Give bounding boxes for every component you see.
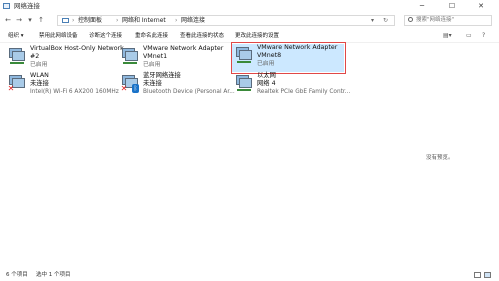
adapter-name: WLAN	[30, 72, 49, 79]
window-title: 网络连接	[14, 2, 40, 10]
organize-menu[interactable]: 组织 ▾	[8, 31, 24, 41]
adapter-name: VirtualBox Host-Only Network	[30, 45, 124, 52]
adapter-wlan[interactable]: ✕ WLAN 未连接 Intel(R) Wi-Fi 6 AX200 160MHz	[5, 72, 119, 100]
recent-dropdown-icon[interactable]: ▾	[25, 14, 35, 26]
breadcrumb-separator-icon: ›	[72, 17, 75, 24]
breadcrumb-separator-icon: ›	[175, 17, 178, 24]
change-settings-button[interactable]: 更改此连接的设置	[235, 31, 279, 41]
breadcrumb-separator-icon: ›	[116, 17, 119, 24]
adapter-vmnet1[interactable]: VMware Network Adapter VMnet1 已启用	[118, 45, 228, 73]
search-box[interactable]	[404, 15, 492, 26]
details-view-icon[interactable]	[474, 272, 481, 278]
adapter-network: VMnet1	[143, 53, 168, 60]
bluetooth-icon: ᛒ	[132, 84, 139, 93]
breadcrumb-network-internet[interactable]: 网络和 Internet	[122, 16, 166, 26]
selected-count: 选中 1 个项目	[36, 272, 71, 278]
highlight-box	[231, 42, 346, 74]
wifi-adapter-icon: ✕	[7, 75, 27, 93]
back-arrow-icon[interactable]: ←	[3, 14, 13, 26]
control-panel-icon	[62, 18, 69, 23]
network-folder-icon	[3, 3, 10, 9]
adapter-status: Realtek PCIe GbE Family Contr...	[257, 89, 351, 95]
address-bar[interactable]: › 控制面板 › 网络和 Internet › 网络连接 ▾ ↻	[57, 15, 395, 26]
adapter-network: #2	[30, 53, 40, 60]
network-adapter-icon	[7, 48, 27, 64]
adapter-name: VMware Network Adapter	[143, 45, 224, 52]
bluetooth-adapter-icon: ✕ ᛒ	[120, 75, 140, 93]
adapter-name: 以太网	[257, 72, 276, 79]
preview-pane-icon[interactable]: ▭	[466, 31, 472, 41]
breadcrumb-network-connections[interactable]: 网络连接	[181, 16, 205, 26]
adapter-network: 网络 4	[257, 80, 276, 87]
search-icon	[408, 17, 413, 22]
network-adapter-icon	[120, 48, 140, 64]
title-bar: 网络连接 ─ ☐ ✕	[0, 0, 499, 13]
adapter-ethernet[interactable]: 以太网 网络 4 Realtek PCIe GbE Family Contr..…	[232, 72, 350, 100]
large-icons-view-icon[interactable]	[484, 272, 491, 278]
adapter-name: 蓝牙网络连接	[143, 72, 181, 79]
maximize-button[interactable]: ☐	[441, 0, 463, 13]
adapter-status: Bluetooth Device (Personal Ar...	[143, 89, 235, 95]
forward-arrow-icon[interactable]: →	[14, 14, 24, 26]
preview-pane-text: 没有预览。	[426, 155, 454, 161]
search-input[interactable]	[416, 16, 490, 25]
rename-button[interactable]: 重命名此连接	[135, 31, 168, 41]
up-arrow-icon[interactable]: ↑	[36, 14, 46, 26]
adapter-status: 已启用	[30, 62, 48, 68]
adapter-network: 未连接	[143, 80, 162, 87]
diagnose-button[interactable]: 诊断这个连接	[89, 31, 122, 41]
adapter-bluetooth[interactable]: ✕ ᛒ 蓝牙网络连接 未连接 Bluetooth Device (Persona…	[118, 72, 235, 100]
minimize-button[interactable]: ─	[411, 0, 433, 13]
adapter-status: 已启用	[143, 62, 161, 68]
help-icon[interactable]: ?	[482, 31, 485, 41]
adapter-network: 未连接	[30, 80, 49, 87]
item-count: 6 个项目	[6, 272, 28, 278]
view-options-icon[interactable]: ▤▾	[443, 31, 452, 41]
adapter-virtualbox-host-only[interactable]: VirtualBox Host-Only Network #2 已启用	[5, 45, 124, 73]
address-dropdown-icon[interactable]: ▾	[371, 16, 374, 26]
status-bar: 6 个项目 选中 1 个项目	[0, 270, 499, 281]
address-row: ← → ▾ ↑ › 控制面板 › 网络和 Internet › 网络连接 ▾ ↻	[0, 13, 499, 28]
disconnected-x-icon: ✕	[7, 84, 15, 93]
view-status-button[interactable]: 查看此连接的状态	[180, 31, 224, 41]
disconnected-x-icon: ✕	[120, 84, 128, 93]
ethernet-adapter-icon	[234, 75, 254, 91]
close-button[interactable]: ✕	[470, 0, 492, 13]
refresh-icon[interactable]: ↻	[383, 16, 388, 26]
adapter-status: Intel(R) Wi-Fi 6 AX200 160MHz	[30, 89, 119, 95]
breadcrumb-control-panel[interactable]: 控制面板	[78, 16, 102, 26]
disable-device-button[interactable]: 禁用此网络设备	[39, 31, 78, 41]
